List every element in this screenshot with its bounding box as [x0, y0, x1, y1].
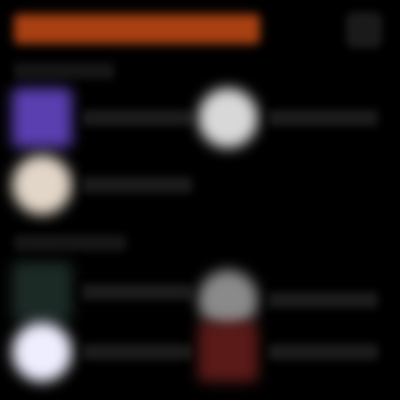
list-item[interactable] — [12, 262, 192, 322]
screen — [0, 0, 400, 400]
item-label — [268, 344, 378, 360]
header — [0, 0, 400, 60]
item-label — [268, 110, 378, 126]
app-icon — [12, 262, 72, 322]
item-label — [82, 110, 192, 126]
list-item[interactable] — [198, 88, 378, 148]
section-label — [14, 63, 114, 79]
item-label — [82, 284, 192, 300]
app-icon — [198, 270, 258, 330]
header-title — [14, 14, 260, 44]
more-icon[interactable] — [346, 12, 382, 48]
list-item[interactable] — [12, 155, 192, 215]
item-label — [82, 344, 192, 360]
section-label — [14, 235, 126, 251]
app-icon — [12, 88, 72, 148]
list-item[interactable] — [198, 322, 378, 382]
app-icon — [198, 88, 258, 148]
list-item[interactable] — [12, 88, 192, 148]
list-item[interactable] — [198, 270, 378, 330]
app-icon — [12, 322, 72, 382]
item-label — [268, 292, 378, 308]
item-label — [82, 177, 192, 193]
app-icon — [12, 155, 72, 215]
list-item[interactable] — [12, 322, 192, 382]
app-icon — [198, 322, 258, 382]
